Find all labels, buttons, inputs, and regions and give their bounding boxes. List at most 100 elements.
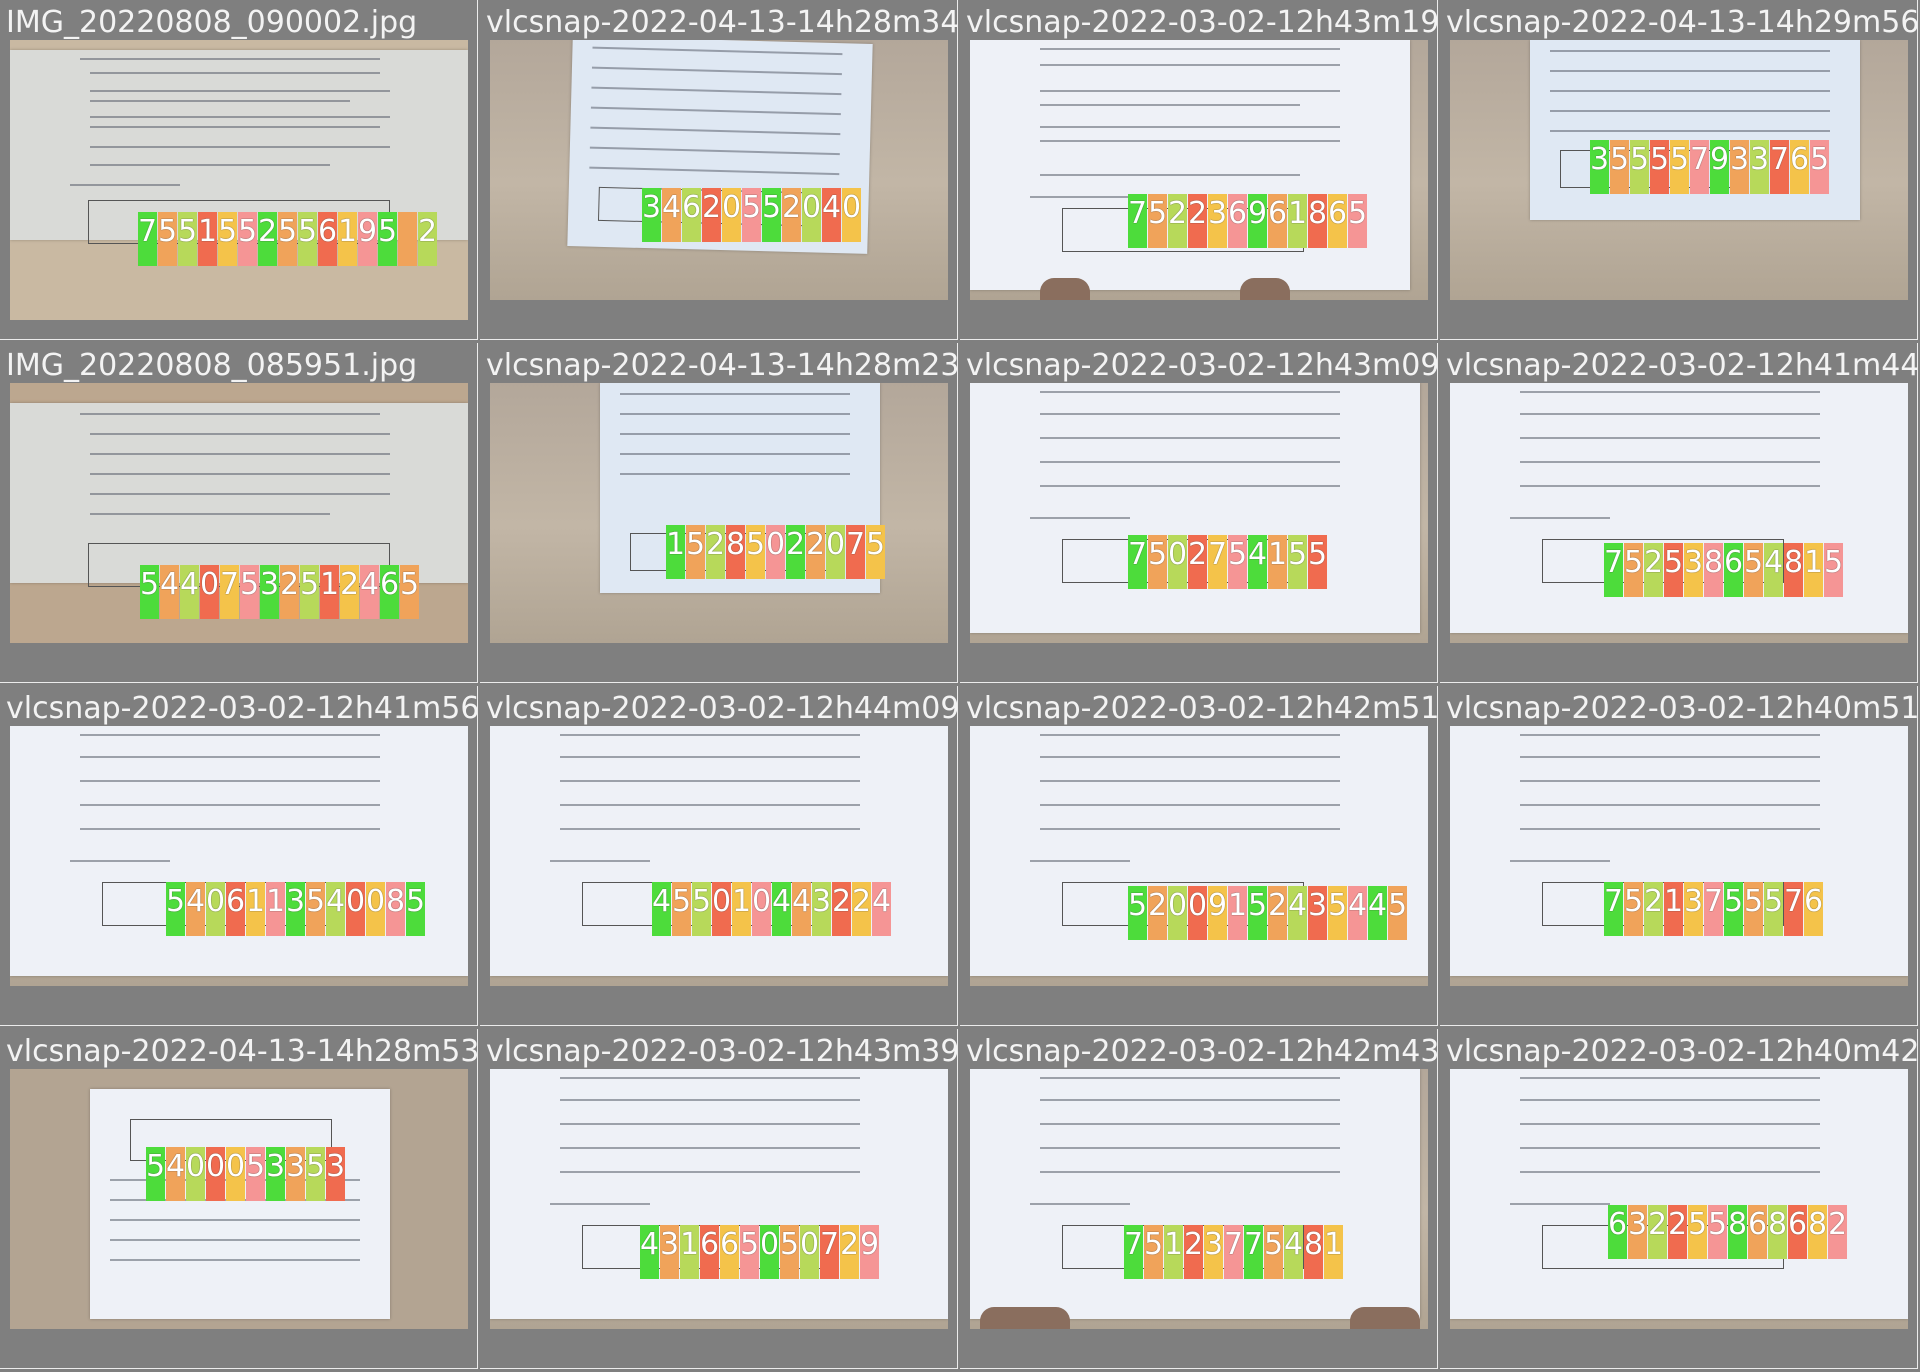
digit-box: 0 — [346, 882, 365, 936]
image-tile[interactable]: IMG_20220808_085951.jpg 54407532512465 — [0, 343, 478, 683]
digit-box: 1 — [1268, 535, 1287, 589]
digit-box: 2 — [832, 882, 851, 936]
digit-box: 5 — [246, 1147, 265, 1201]
digit-box: 2 — [1268, 886, 1287, 940]
digit-box: 2 — [340, 565, 359, 619]
digit-box: 4 — [1284, 1225, 1303, 1279]
image-tile[interactable]: IMG_20220808_090002.jpg 7551552556195 2 — [0, 0, 478, 340]
digit-box: 8 — [1784, 543, 1803, 597]
image-grid: IMG_20220808_090002.jpg 7551552556195 2 … — [0, 0, 1920, 1372]
photo — [1450, 383, 1908, 643]
digit-detections: 752538654815 — [1604, 543, 1843, 597]
digit-box: 7 — [1244, 1225, 1263, 1279]
tile-title: vlcsnap-2022-03-02-12h41m56s870snap — [6, 691, 478, 726]
digit-detections: 5406113540085 — [166, 882, 425, 936]
tile-title: vlcsnap-2022-03-02-12h40m51s8 — [1446, 691, 1918, 726]
digit-box: 4 — [166, 1147, 185, 1201]
digit-box: 5 — [158, 212, 177, 266]
digit-box: 2 — [782, 188, 801, 242]
digit-box: 5 — [1228, 535, 1247, 589]
digit-box: 5 — [298, 212, 317, 266]
digit-box: 4 — [652, 882, 671, 936]
digit-box: 3 — [286, 1147, 305, 1201]
image-tile[interactable]: vlcsnap-2022-03-02-12h42m43s400snap 7512… — [960, 1029, 1438, 1369]
digit-box: 7 — [1224, 1225, 1243, 1279]
digit-box: 2 — [258, 212, 277, 266]
tile-title: vlcsnap-2022-03-02-12h44m09s695snap — [486, 691, 958, 726]
digit-box: 3 — [326, 1147, 345, 1201]
digit-box: 9 — [1208, 886, 1227, 940]
digit-box: 5 — [1670, 140, 1689, 194]
digit-detections: 752236961865 — [1128, 194, 1367, 248]
digit-box: 8 — [1728, 1205, 1747, 1259]
digit-box: 1 — [1288, 194, 1307, 248]
digit-box: 0 — [206, 1147, 225, 1201]
photo — [10, 726, 468, 986]
image-tile[interactable]: vlcsnap-2022-04-13-14h28m23s540snap 1528… — [480, 343, 958, 683]
digit-box: 5 — [278, 212, 297, 266]
digit-box — [398, 212, 417, 266]
digit-box: 7 — [138, 212, 157, 266]
digit-box: 3 — [1684, 543, 1703, 597]
digit-box: 4 — [1368, 886, 1387, 940]
digit-box: 0 — [766, 525, 785, 579]
digit-box: 9 — [358, 212, 377, 266]
digit-box: 6 — [226, 882, 245, 936]
digit-box: 6 — [1328, 194, 1347, 248]
digit-box: 5 — [1664, 543, 1683, 597]
digit-box: 5 — [1708, 1205, 1727, 1259]
image-tile[interactable]: vlcsnap-2022-03-02-12h40m42s4 6322558686… — [1440, 1029, 1918, 1369]
digit-box: 5 — [1248, 886, 1267, 940]
digit-box: 0 — [1168, 886, 1187, 940]
photo — [970, 383, 1428, 643]
digit-box: 3 — [812, 882, 831, 936]
digit-box: 2 — [702, 188, 721, 242]
image-tile[interactable]: vlcsnap-2022-03-02-12h43m39s814snap 4316… — [480, 1029, 958, 1369]
digit-box: 5 — [1348, 194, 1367, 248]
digit-box: 7 — [1690, 140, 1709, 194]
photo — [490, 40, 948, 300]
digit-box: 5 — [406, 882, 425, 936]
image-tile[interactable]: vlcsnap-2022-04-13-14h28m53s780snap 5400… — [0, 1029, 478, 1369]
image-tile[interactable]: vlcsnap-2022-03-02-12h41m44s1 7525386548… — [1440, 343, 1918, 683]
digit-box: 2 — [1168, 194, 1187, 248]
image-tile[interactable]: vlcsnap-2022-04-13-14h29m56s6 3555579337… — [1440, 0, 1918, 340]
digit-box: 6 — [318, 212, 337, 266]
digit-box: 3 — [266, 1147, 285, 1201]
digit-box: 6 — [1788, 1205, 1807, 1259]
image-tile[interactable]: vlcsnap-2022-03-02-12h43m09s035snap 7502… — [960, 343, 1438, 683]
digit-box: 0 — [722, 188, 741, 242]
photo — [10, 40, 468, 320]
digit-box: 7 — [1704, 882, 1723, 936]
digit-detections: 75213755576 — [1604, 882, 1823, 936]
digit-box: 5 — [1288, 535, 1307, 589]
image-tile[interactable]: vlcsnap-2022-03-02-12h42m51s210snap 5200… — [960, 686, 1438, 1026]
digit-box: 5 — [1624, 882, 1643, 936]
digit-box: 3 — [642, 188, 661, 242]
digit-box: 1 — [198, 212, 217, 266]
digit-box: 3 — [1590, 140, 1609, 194]
digit-box: 8 — [386, 882, 405, 936]
photo — [970, 726, 1428, 986]
image-tile[interactable]: vlcsnap-2022-03-02-12h40m51s8 7521375557… — [1440, 686, 1918, 1026]
image-tile[interactable]: vlcsnap-2022-03-02-12h43m19s848snap 7522… — [960, 0, 1438, 340]
digit-box: 4 — [772, 882, 791, 936]
image-tile[interactable]: vlcsnap-2022-04-13-14h28m34s318snap 3462… — [480, 0, 958, 340]
digit-box: 5 — [240, 565, 259, 619]
digit-box: 4 — [186, 882, 205, 936]
digit-box: 9 — [860, 1225, 879, 1279]
digit-box: 4 — [160, 565, 179, 619]
digit-box: 6 — [1790, 140, 1809, 194]
digit-box: 6 — [700, 1225, 719, 1279]
digit-box: 2 — [706, 525, 725, 579]
digit-box: 4 — [326, 882, 345, 936]
digit-box: 5 — [378, 212, 397, 266]
digit-box: 5 — [1744, 543, 1763, 597]
digit-box: 0 — [186, 1147, 205, 1201]
digit-box: 4 — [1348, 886, 1367, 940]
digit-box: 3 — [1628, 1205, 1647, 1259]
digit-box: 5 — [780, 1225, 799, 1279]
image-tile[interactable]: vlcsnap-2022-03-02-12h44m09s695snap 4550… — [480, 686, 958, 1026]
digit-box: 5 — [146, 1147, 165, 1201]
image-tile[interactable]: vlcsnap-2022-03-02-12h41m56s870snap 5406… — [0, 686, 478, 1026]
